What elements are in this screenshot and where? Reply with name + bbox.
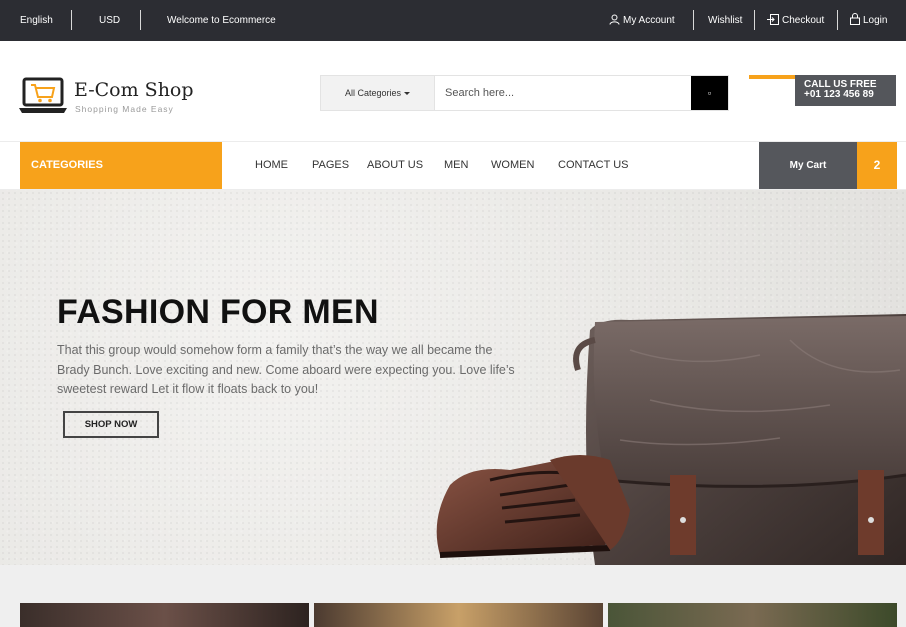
- my-cart-button[interactable]: My Cart: [759, 142, 857, 189]
- category-dropdown[interactable]: All Categories: [321, 76, 435, 110]
- nav-home[interactable]: HOME: [255, 142, 288, 189]
- search-button[interactable]: ▫: [691, 76, 728, 110]
- login-link[interactable]: Login: [850, 0, 887, 41]
- divider: [837, 10, 838, 30]
- lock-icon: [850, 13, 860, 25]
- language-selector[interactable]: English: [20, 0, 53, 41]
- call-us-block: CALL US FREE +01 123 456 89: [749, 75, 896, 107]
- cart-count-badge[interactable]: 2: [857, 142, 897, 189]
- search-icon: ▫: [707, 88, 712, 98]
- divider: [140, 10, 141, 30]
- call-us-phone[interactable]: +01 123 456 89: [804, 90, 896, 100]
- divider: [693, 10, 694, 30]
- nav-pages[interactable]: PAGES: [312, 142, 349, 189]
- nav-about-us[interactable]: ABOUT US: [367, 142, 423, 189]
- divider: [71, 10, 72, 30]
- shop-now-button[interactable]: SHOP NOW: [63, 411, 159, 438]
- caret-down-icon: [404, 92, 411, 95]
- nav-contact-us[interactable]: CONTACT US: [558, 142, 629, 189]
- nav-men[interactable]: MEN: [444, 142, 468, 189]
- brand-logo[interactable]: E-Com Shop Shopping Made Easy: [19, 77, 194, 117]
- laptop-cart-icon: [19, 77, 67, 113]
- search-bar: All Categories ▫: [320, 75, 729, 111]
- featured-tile-image[interactable]: [608, 603, 897, 627]
- call-us-box: CALL US FREE +01 123 456 89: [795, 75, 896, 106]
- search-input[interactable]: [435, 76, 691, 110]
- accent-bar: [749, 75, 795, 79]
- divider: [754, 10, 755, 30]
- currency-selector[interactable]: USD: [99, 0, 120, 41]
- bag-and-shoes-image: [436, 314, 906, 565]
- brand-name: E-Com Shop: [74, 79, 194, 101]
- nav-women[interactable]: WOMEN: [491, 142, 534, 189]
- categories-button[interactable]: CATEGORIES: [20, 142, 222, 189]
- my-account-link[interactable]: My Account: [609, 0, 675, 41]
- hero-title: FASHION FOR MEN: [57, 293, 379, 331]
- welcome-text: Welcome to Ecommerce: [167, 15, 276, 26]
- wishlist-link[interactable]: Wishlist: [708, 0, 742, 41]
- featured-tile-image[interactable]: [314, 603, 603, 627]
- featured-tile-image[interactable]: [20, 603, 309, 627]
- user-icon: [609, 14, 620, 25]
- brand-tagline: Shopping Made Easy: [75, 104, 174, 114]
- checkout-link[interactable]: Checkout: [767, 0, 824, 41]
- top-bar: English USD Welcome to Ecommerce My Acco…: [0, 0, 906, 41]
- hero-banner: FASHION FOR MEN That this group would so…: [0, 190, 906, 565]
- sign-in-icon: [767, 14, 779, 25]
